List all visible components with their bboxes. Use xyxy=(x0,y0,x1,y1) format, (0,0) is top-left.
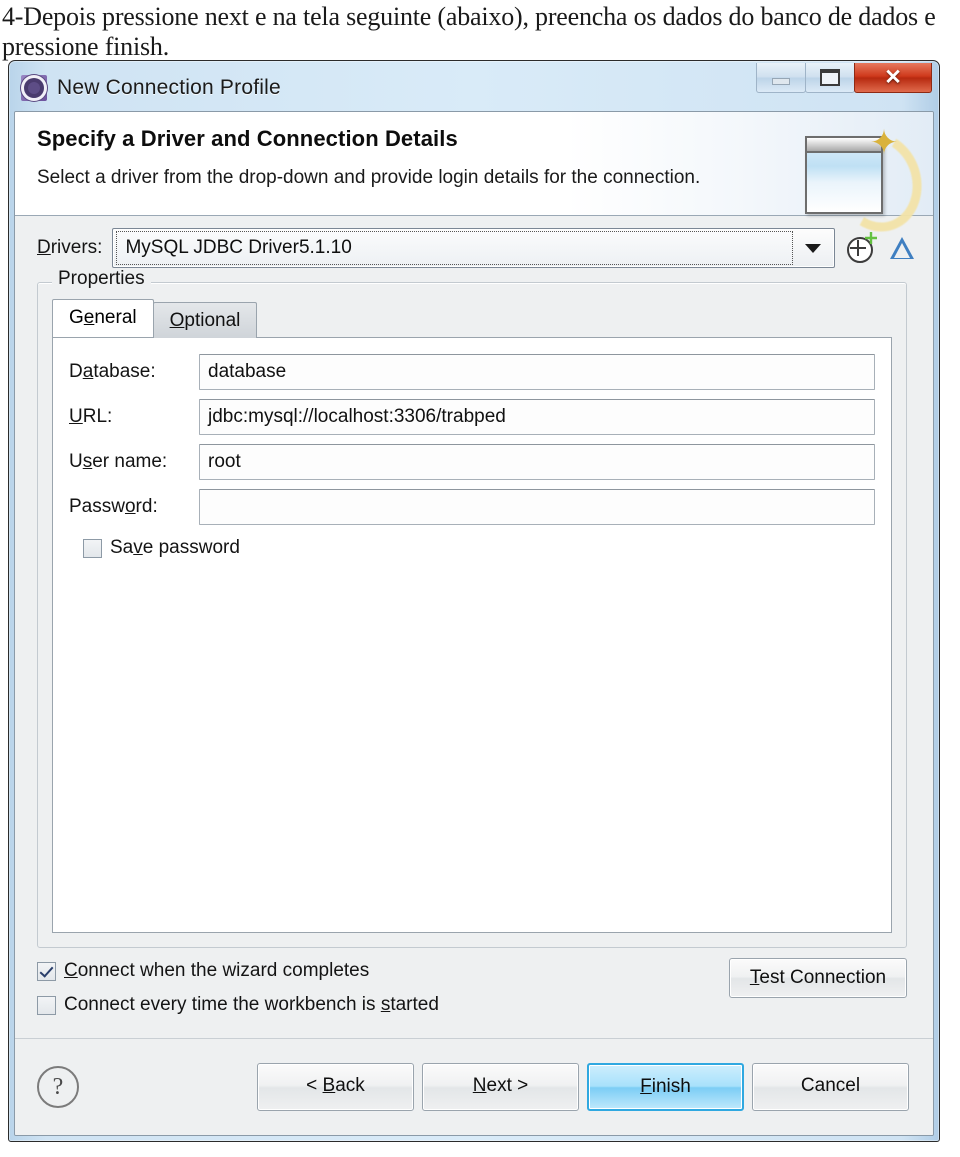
username-input[interactable]: root xyxy=(199,444,875,480)
maximize-button[interactable] xyxy=(805,63,855,93)
banner-description: Select a driver from the drop-down and p… xyxy=(37,167,701,188)
drivers-combobox[interactable]: MySQL JDBC Driver5.1.10 xyxy=(112,228,835,268)
connect-on-complete-checkbox[interactable] xyxy=(37,961,56,981)
username-label: User name: xyxy=(69,451,168,472)
edit-driver-definition-icon[interactable] xyxy=(887,232,919,264)
general-tab-panel: Database: database URL: jdbc:mysql://loc… xyxy=(52,337,892,933)
url-label: URL: xyxy=(69,406,113,427)
url-input[interactable]: jdbc:mysql://localhost:3306/trabped xyxy=(199,399,875,435)
wizard-banner: Specify a Driver and Connection Details … xyxy=(15,112,933,242)
drivers-label: Drivers: xyxy=(37,237,103,258)
database-input[interactable]: database xyxy=(199,354,875,390)
close-icon: ✕ xyxy=(884,66,902,89)
back-button[interactable]: < Back xyxy=(257,1063,414,1111)
chevron-down-icon[interactable] xyxy=(792,229,834,267)
window-controls: ✕ xyxy=(756,63,932,93)
help-icon[interactable]: ? xyxy=(37,1066,79,1108)
properties-group: Properties General Optional Database: da… xyxy=(37,268,907,948)
password-row: Password: xyxy=(69,489,875,525)
connect-on-complete-label: Connect when the wizard completes xyxy=(64,960,370,981)
save-password-row[interactable]: Save password xyxy=(83,537,875,559)
test-connection-button[interactable]: Test Connection xyxy=(729,958,907,998)
tab-general[interactable]: General xyxy=(52,299,154,337)
next-button[interactable]: Next > xyxy=(422,1063,579,1111)
dialog-titlebar: New Connection Profile ✕ xyxy=(14,63,934,111)
banner-title: Specify a Driver and Connection Details xyxy=(37,126,458,151)
save-password-checkbox[interactable] xyxy=(83,538,102,558)
password-input[interactable] xyxy=(199,489,875,525)
database-label: Database: xyxy=(69,361,156,382)
gear-icon xyxy=(21,75,47,101)
document-caption: 4-Depois pressione next e na tela seguin… xyxy=(2,2,936,61)
tab-optional[interactable]: Optional xyxy=(152,302,258,338)
new-driver-definition-icon[interactable] xyxy=(845,232,877,264)
password-label: Password: xyxy=(69,496,158,517)
dialog-client-area: Specify a Driver and Connection Details … xyxy=(14,111,934,1136)
connect-on-start-label: Connect every time the workbench is star… xyxy=(64,994,439,1015)
connect-on-start-checkbox[interactable] xyxy=(37,995,56,1015)
finish-button[interactable]: Finish xyxy=(587,1063,744,1111)
dialog-footer: ? < Back Next > Finish Cancel xyxy=(15,1039,933,1135)
minimize-button[interactable] xyxy=(756,63,806,93)
save-password-label: Save password xyxy=(110,537,240,558)
footer-buttons: < Back Next > Finish Cancel xyxy=(257,1063,909,1111)
new-connection-profile-dialog: New Connection Profile ✕ Specify a Drive… xyxy=(8,60,940,1142)
dialog-title: New Connection Profile xyxy=(57,76,281,99)
database-row: Database: database xyxy=(69,354,875,390)
cancel-button[interactable]: Cancel xyxy=(752,1063,909,1111)
maximize-icon xyxy=(820,69,840,86)
close-button[interactable]: ✕ xyxy=(854,63,932,93)
username-row: User name: root xyxy=(69,444,875,480)
sparkle-star-icon: ✦ xyxy=(869,124,899,162)
drivers-selected-value: MySQL JDBC Driver5.1.10 xyxy=(116,231,793,265)
properties-tablist: General Optional xyxy=(38,283,906,338)
url-row: URL: jdbc:mysql://localhost:3306/trabped xyxy=(69,399,875,435)
minimize-icon xyxy=(772,78,790,85)
wizard-banner-image: ✦ xyxy=(799,122,933,242)
drivers-row: Drivers: MySQL JDBC Driver5.1.10 xyxy=(15,216,933,278)
connection-options: Connect when the wizard completes Connec… xyxy=(15,948,933,1039)
